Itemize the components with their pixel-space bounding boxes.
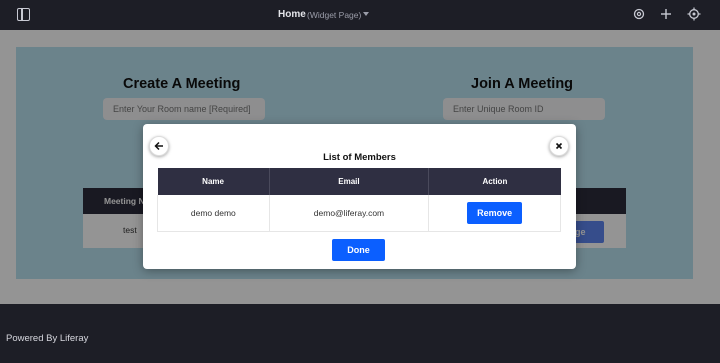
remove-button[interactable]: Remove — [467, 201, 523, 224]
modal-title: List of Members — [323, 152, 396, 163]
action-column-header: Action — [428, 168, 561, 195]
table-row: demo demo demo@liferay.com Remove — [157, 195, 561, 232]
done-button[interactable]: Done — [332, 239, 385, 261]
members-modal: List of Members Name Email Action demo d… — [143, 124, 576, 269]
email-column-header: Email — [269, 168, 430, 195]
footer: Powered By Liferay — [0, 304, 720, 363]
footer-text: Powered By Liferay — [6, 333, 89, 344]
member-action-cell: Remove — [428, 195, 561, 232]
add-icon[interactable] — [659, 7, 673, 21]
chevron-down-icon[interactable] — [363, 12, 369, 16]
settings-icon[interactable] — [632, 7, 646, 21]
control-menu: Home (Widget Page) — [0, 0, 720, 30]
arrow-left-icon — [154, 141, 163, 151]
page-title: Home — [278, 9, 306, 20]
member-name-cell: demo demo — [157, 195, 270, 232]
simulation-icon[interactable] — [687, 7, 701, 21]
members-table-header: Name Email Action — [157, 168, 561, 195]
member-email-cell: demo@liferay.com — [269, 195, 430, 232]
panel-toggle-icon[interactable] — [17, 8, 30, 21]
page-type-label: (Widget Page) — [307, 10, 362, 20]
name-column-header: Name — [157, 168, 270, 195]
members-table: Name Email Action demo demo demo@liferay… — [157, 168, 561, 232]
close-icon — [555, 142, 563, 150]
